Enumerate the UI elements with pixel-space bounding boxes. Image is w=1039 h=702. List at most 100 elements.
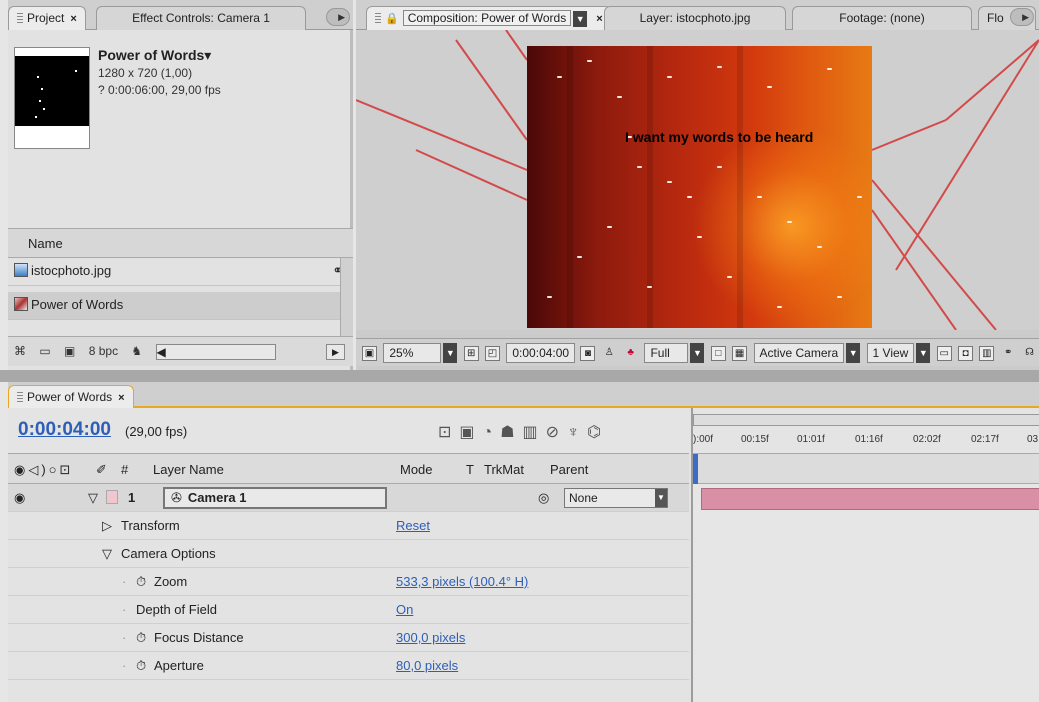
region-of-interest-icon[interactable]: □: [710, 345, 726, 361]
motion-blur-icon[interactable]: ⊘: [546, 424, 567, 441]
comp-dropdown[interactable]: ▼: [573, 10, 588, 27]
tab-project[interactable]: Project ×: [8, 6, 86, 30]
layer-row-camera[interactable]: ◉ ▽ 1 ✇ Camera 1 ◎ None ▼: [8, 484, 689, 512]
shy-icon[interactable]: ☗: [500, 424, 522, 441]
property-transform[interactable]: ▷ Transform Reset: [8, 512, 689, 540]
resolution-select[interactable]: Full: [644, 343, 689, 363]
tab-composition[interactable]: 🔒 Composition: Power of Words ▼ ×: [366, 6, 612, 30]
time-ruler[interactable]: ):00f 00:15f 01:01f 01:16f 02:02f 02:17f…: [693, 408, 1039, 454]
tab-timeline-comp[interactable]: Power of Words ×: [8, 385, 134, 408]
time-navigator[interactable]: [693, 414, 1039, 426]
new-folder-icon[interactable]: ▭: [39, 344, 50, 358]
composition-icon: [14, 297, 28, 311]
frame-text-layer[interactable]: I want my words to be heard: [625, 129, 813, 145]
twirl-down-icon[interactable]: ▽: [88, 490, 98, 506]
twirl-down-icon[interactable]: ▽: [102, 546, 112, 562]
tab-footage[interactable]: Footage: (none): [792, 6, 972, 30]
aperture-value[interactable]: 80,0 pixels: [396, 658, 458, 673]
property-zoom[interactable]: · ⏱ Zoom 533,3 pixels (100.4° H): [8, 568, 689, 596]
depth-of-field-value[interactable]: On: [396, 602, 413, 617]
flowchart-icon[interactable]: ⚭: [1001, 346, 1016, 361]
new-comp-icon[interactable]: ▣: [64, 344, 75, 358]
property-camera-options[interactable]: ▽ Camera Options: [8, 540, 689, 568]
property-depth-of-field[interactable]: · Depth of Field On: [8, 596, 689, 624]
trash-icon[interactable]: ♞: [131, 344, 142, 358]
comp-title[interactable]: Power of Words▾: [98, 47, 211, 64]
project-item-comp[interactable]: Power of Words: [8, 292, 340, 320]
comp-mini-flowchart-icon[interactable]: ⊡: [438, 424, 459, 441]
eye-icon[interactable]: ◉: [14, 490, 25, 506]
grip-icon[interactable]: [17, 11, 23, 23]
panel-menu-button[interactable]: ▶: [1010, 8, 1034, 26]
close-icon[interactable]: ×: [118, 392, 124, 404]
pixel-aspect-icon[interactable]: ▭: [936, 345, 952, 361]
view-layout-select[interactable]: 1 View: [866, 343, 915, 363]
interpret-footage-icon[interactable]: ⌘: [14, 344, 26, 358]
project-item-footage[interactable]: istocphoto.jpg ⚭: [8, 258, 344, 286]
reset-exposure-icon[interactable]: ☊: [1022, 346, 1037, 361]
close-icon[interactable]: ×: [70, 13, 76, 25]
channel-icon[interactable]: ♣: [623, 346, 638, 361]
grip-icon[interactable]: [375, 11, 381, 23]
transparency-grid-icon[interactable]: ▦: [732, 345, 748, 361]
transform-reset-link[interactable]: Reset: [396, 518, 430, 533]
layer-name-column[interactable]: Layer Name: [153, 462, 224, 477]
twirl-right-icon[interactable]: ▷: [102, 518, 112, 534]
viewer-toolbar: ▣ 25% ▼ ⊞ ◰ 0:00:04:00 ◙ ♙ ♣ Full ▼ □ ▦ Ac…: [356, 338, 1039, 366]
view-dropdown[interactable]: ▼: [916, 343, 931, 363]
stopwatch-icon[interactable]: ⏱: [136, 658, 146, 674]
tab-effect-controls[interactable]: Effect Controls: Camera 1: [96, 6, 306, 30]
current-time-indicator[interactable]: [693, 454, 698, 484]
project-scrollbar[interactable]: [340, 258, 353, 336]
always-preview-icon[interactable]: ▣: [362, 345, 377, 361]
grid-icon[interactable]: ⊞: [463, 345, 479, 361]
live-update-icon[interactable]: ▣: [459, 424, 482, 441]
property-aperture[interactable]: · ⏱ Aperture 80,0 pixels: [8, 652, 689, 680]
current-time-display[interactable]: 0:00:04:00: [18, 419, 111, 441]
parent-select[interactable]: None ▼: [564, 488, 668, 508]
chevron-down-icon[interactable]: ▼: [655, 489, 667, 507]
close-icon[interactable]: ×: [596, 13, 602, 25]
label-column-icon[interactable]: ✐: [96, 462, 107, 478]
composition-viewer[interactable]: I want my words to be heard: [356, 30, 1039, 330]
timecode-field[interactable]: 0:00:04:00: [506, 343, 576, 363]
mask-icon[interactable]: ◰: [485, 345, 501, 361]
work-area-bar[interactable]: [693, 454, 1039, 484]
fast-preview-icon[interactable]: ◘: [958, 345, 974, 361]
timeline-header: 0:00:04:00 (29,00 fps) ⊡▣◔☗▥⊘♆⌬: [8, 408, 689, 454]
scroll-right-button[interactable]: ▶: [326, 344, 345, 360]
layer-name-field[interactable]: ✇ Camera 1: [163, 487, 387, 509]
zoom-value[interactable]: 533,3 pixels (100.4° H): [396, 574, 528, 589]
name-column-header[interactable]: Name: [8, 228, 353, 258]
graph-editor-icon[interactable]: ♆: [567, 424, 587, 441]
draft-3d-icon[interactable]: ◔: [483, 424, 501, 441]
pickwhip-icon[interactable]: ◎: [538, 490, 549, 506]
grip-icon[interactable]: [17, 390, 23, 402]
show-snapshot-icon[interactable]: ♙: [602, 346, 617, 361]
property-focus-distance[interactable]: · ⏱ Focus Distance 300,0 pixels: [8, 624, 689, 652]
layer-index: 1: [128, 490, 136, 505]
label-color-swatch[interactable]: [106, 490, 118, 504]
panel-menu-button[interactable]: ▶: [326, 8, 350, 26]
tab-layer[interactable]: Layer: istocphoto.jpg: [604, 6, 786, 30]
project-hscroll[interactable]: ◀: [155, 344, 276, 360]
panel-divider[interactable]: [0, 370, 1039, 382]
stopwatch-icon[interactable]: ⏱: [136, 574, 146, 590]
num-column: #: [121, 462, 129, 477]
snapshot-icon[interactable]: ◙: [580, 345, 596, 361]
brainstorm-icon[interactable]: ⌬: [587, 424, 609, 441]
camera-select[interactable]: Active Camera: [753, 343, 845, 363]
layer-duration-bar[interactable]: [701, 488, 1039, 510]
resolution-dropdown[interactable]: ▼: [690, 343, 705, 363]
camera-dropdown[interactable]: ▼: [846, 343, 861, 363]
bpc-toggle[interactable]: 8 bpc: [89, 344, 118, 358]
stopwatch-icon[interactable]: ⏱: [136, 630, 146, 646]
av-features-icons[interactable]: ◉◁)○⊡: [14, 462, 73, 478]
zoom-dropdown[interactable]: ▼: [443, 343, 458, 363]
timeline-icon[interactable]: ▥: [979, 345, 995, 361]
focus-distance-value[interactable]: 300,0 pixels: [396, 630, 465, 645]
timeline-graph-area[interactable]: ):00f 00:15f 01:01f 01:16f 02:02f 02:17f…: [691, 408, 1039, 702]
zoom-select[interactable]: 25%: [383, 343, 442, 363]
lock-icon[interactable]: 🔒: [385, 13, 399, 25]
frame-blending-icon[interactable]: ▥: [523, 424, 546, 441]
